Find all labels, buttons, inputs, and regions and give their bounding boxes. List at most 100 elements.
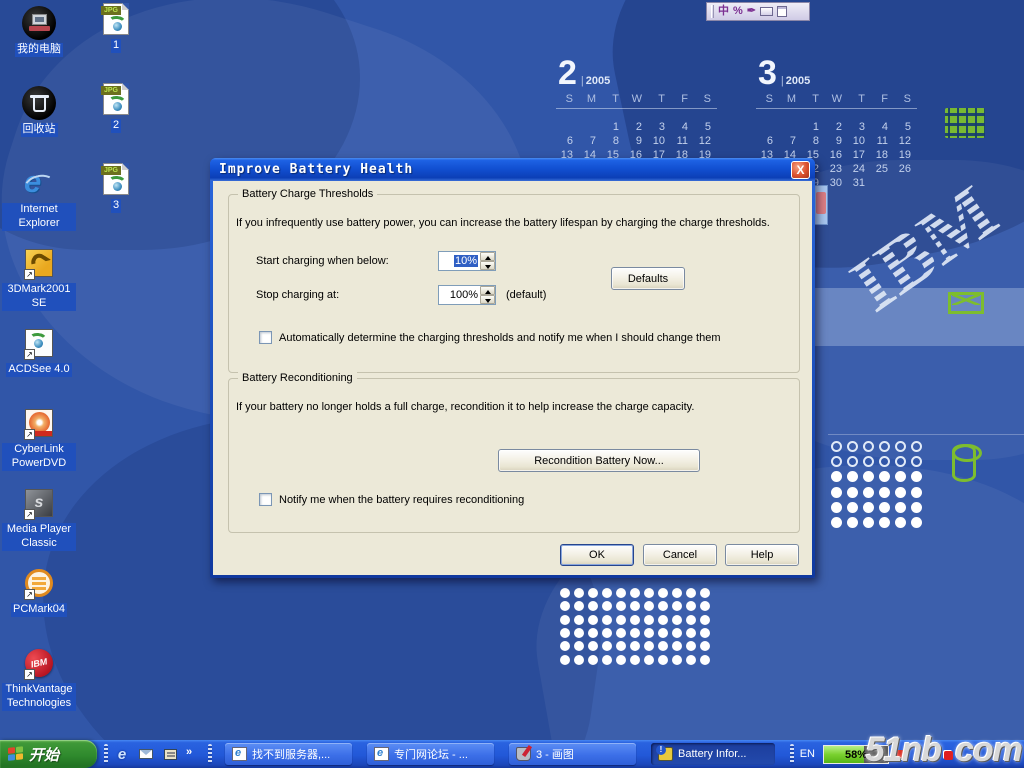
calendar-day-header: T [802,93,825,107]
envelope-icon [948,292,984,314]
wallpaper-dot [588,628,598,638]
taskbar-grip[interactable] [104,744,108,764]
icon-art: s↗ [22,486,56,520]
desktop-icon-jpg-file-3[interactable]: JPG3 [92,162,140,213]
recondition-battery-now-button[interactable]: Recondition Battery Now... [498,449,700,472]
calendar-day [871,177,894,191]
shortcut-arrow-icon: ↗ [24,509,35,520]
taskbar-button-4[interactable]: Battery Infor... [651,743,775,765]
quick-launch-chevron[interactable]: » [186,746,192,758]
taskbar-button-1[interactable]: 找不到服务器,... [225,743,352,765]
calendar-day-header: T [648,93,671,107]
desktop-icon-internet-explorer[interactable]: eInternet Explorer [2,166,76,231]
calendar-day: 3 [648,121,671,135]
help-button[interactable]: Help [725,544,799,566]
shortcut-arrow-icon: ↗ [24,269,35,280]
ime-mode-icon[interactable]: % [733,6,743,17]
wallpaper-dot [630,655,640,665]
desktop-icon-pcmark04[interactable]: ↗PCMark04 [2,566,76,617]
language-indicator[interactable]: EN [800,748,815,760]
group-title: Battery Charge Thresholds [238,188,377,200]
calendar-day-header: M [779,93,802,107]
desktop-icon-3dmark2001-se[interactable]: ↗3DMark2001 SE [2,246,76,311]
wallpaper-dot [863,487,874,498]
icon-art [22,86,56,120]
spinner-up-icon[interactable] [480,252,495,261]
calendar-day: 6 [556,135,579,149]
calendar-day: 1 [802,121,825,135]
51nb-watermark: 51nb com [866,731,1022,768]
wallpaper-dot [616,655,626,665]
calendar-day-header: T [602,93,625,107]
wallpaper-dot [658,615,668,625]
start-button[interactable]: 开始 [0,740,97,768]
icon-art: JPG [99,2,133,36]
shortcut-arrow-icon: ↗ [24,429,35,440]
wallpaper-dot [560,588,570,598]
spinner-down-icon[interactable] [480,261,495,270]
wallpaper-dot [574,615,584,625]
wallpaper-dot [879,502,890,513]
outlook-express-icon[interactable] [136,744,156,764]
calendar-day-header: W [825,93,848,107]
calendar-day: 2 [825,121,848,135]
keyboard-icon[interactable] [760,7,773,16]
desktop-icon-thinkvantage-technologies[interactable]: IBM↗ThinkVantage Technologies [2,646,76,711]
defaults-button[interactable]: Defaults [611,267,685,290]
calendar-day: 4 [871,121,894,135]
notify-reconditioning-checkbox[interactable] [259,493,272,506]
taskbar-button-3[interactable]: 3 - 画图 [509,743,636,765]
pen-icon[interactable]: ✒ [747,6,756,17]
desktop-icon-label: 3 [111,199,121,213]
calendar-day: 11 [671,135,694,149]
tray-grip [790,744,794,764]
language-bar[interactable]: 中 % ✒ [706,2,810,21]
wallpaper-dot [560,628,570,638]
calendar-day: 2 [625,121,648,135]
desktop-icon-recycle-bin[interactable]: 回收站 [2,86,76,137]
wallpaper-dot [863,441,874,452]
cancel-button[interactable]: Cancel [643,544,717,566]
dialog-title: Improve Battery Health [219,162,791,177]
wallpaper-dot [686,588,696,598]
icon-art: JPG [99,82,133,116]
desktop-icon-label: 我的电脑 [15,43,63,57]
calendar-day-header: F [871,93,894,107]
ok-button[interactable]: OK [560,544,634,566]
stop-charging-spinner[interactable]: 100% [438,285,496,305]
spinner-down-icon[interactable] [480,295,495,304]
desktop-icon-my-computer[interactable]: 我的电脑 [2,6,76,57]
show-desktop-icon[interactable] [160,744,180,764]
desktop-icon-acdsee-4-0[interactable]: ↗ACDSee 4.0 [2,326,76,377]
default-suffix-label: (default) [506,289,546,301]
taskbar-grip[interactable] [208,744,212,764]
internet-explorer-icon[interactable]: e [112,744,132,764]
spinner-value[interactable]: 10% [439,255,480,267]
desktop-icon-cyberlink-powerdvd[interactable]: ↗CyberLink PowerDVD [2,406,76,471]
wallpaper-dot [588,588,598,598]
calendar-day: 18 [871,149,894,163]
spinner-up-icon[interactable] [480,286,495,295]
ime-chinese-icon[interactable]: 中 [718,6,729,17]
langbar-grip[interactable] [711,5,714,18]
wallpaper-dot [672,628,682,638]
dialog-titlebar[interactable]: Improve Battery Health X [210,158,815,181]
calendar-day-header: S [694,93,717,107]
desktop-icon-jpg-file-2[interactable]: JPG2 [92,82,140,133]
desktop-icon-jpg-file-1[interactable]: JPG1 [92,2,140,53]
menu-icon[interactable] [777,6,787,17]
group-title: Battery Reconditioning [238,372,357,384]
close-icon[interactable]: X [791,161,810,179]
auto-thresholds-checkbox[interactable] [259,331,272,344]
wallpaper-dot [831,487,842,498]
wallpaper-dot [686,615,696,625]
calendar-day: 26 [894,163,917,177]
calendar-day-header: F [671,93,694,107]
taskbar-button-2[interactable]: 专门网论坛 - ... [367,743,494,765]
calendar-day: 6 [756,135,779,149]
start-charging-spinner[interactable]: 10% [438,251,496,271]
wallpaper-dot [560,655,570,665]
wallpaper-dot [879,441,890,452]
spinner-value[interactable]: 100% [439,289,480,301]
desktop-icon-media-player-classic[interactable]: s↗Media Player Classic [2,486,76,551]
